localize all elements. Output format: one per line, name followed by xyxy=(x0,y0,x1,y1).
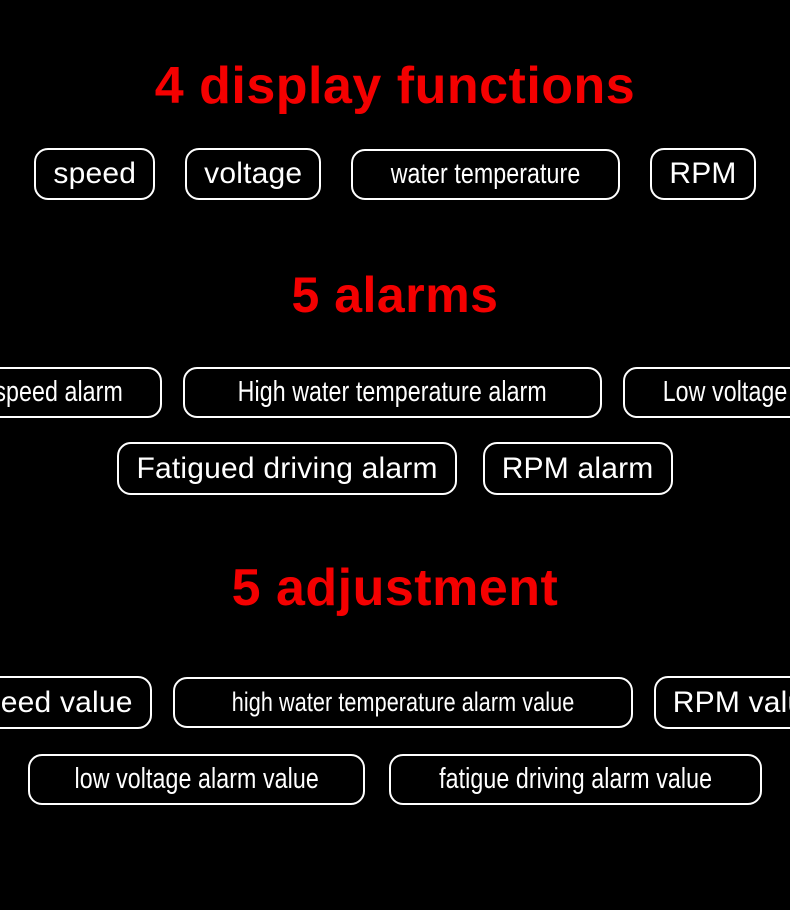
alarm-pill-label: High water temperature alarm xyxy=(237,376,548,408)
adjustment-pill-label: high water temperature alarm value xyxy=(231,687,574,717)
alarm-pill-label: Over speed alarm xyxy=(0,376,124,408)
adjustment-pill-fatigue-driving-alarm-value: fatigue driving alarm value xyxy=(389,754,763,805)
feature-poster: 4 display functions speed voltage water … xyxy=(0,0,790,910)
feature-pill-water-temperature: water temperature xyxy=(351,148,621,200)
alarms-row-2: Fatigued driving alarm RPM alarm xyxy=(0,442,790,495)
feature-pill-speed: speed xyxy=(34,148,156,200)
adjustment-pill-label: fatigue driving alarm value xyxy=(439,763,713,795)
display-functions-heading: 4 display functions xyxy=(154,57,636,115)
feature-pill-label: water temperature xyxy=(391,157,581,190)
alarm-pill-rpm: RPM alarm xyxy=(482,442,673,495)
alarm-pill-low-voltage: Low voltage alarm xyxy=(622,367,790,418)
adjustment-pill-high-water-temperature-alarm-value: high water temperature alarm value xyxy=(172,677,633,728)
feature-pill-voltage: voltage xyxy=(185,148,322,200)
alarm-pill-label: Fatigued driving alarm xyxy=(136,451,438,485)
alarm-pill-high-water-temperature: High water temperature alarm xyxy=(183,367,602,418)
alarm-pill-label: Low voltage alarm xyxy=(662,376,790,408)
feature-pill-label: speed xyxy=(53,157,137,190)
adjustment-pill-speed-value: speed value xyxy=(0,676,152,729)
feature-pill-label: voltage xyxy=(204,157,303,190)
adjustment-pill-label: speed value xyxy=(0,685,133,719)
alarm-pill-fatigued-driving: Fatigued driving alarm xyxy=(117,442,457,495)
display-functions-row: speed voltage water temperature RPM xyxy=(0,148,790,200)
alarms-row-1: Over speed alarm High water temperature … xyxy=(0,367,790,418)
alarms-heading: 5 alarms xyxy=(291,267,499,323)
feature-pill-label: RPM xyxy=(669,157,737,190)
adjustment-row-1: speed value high water temperature alarm… xyxy=(0,676,790,729)
adjustment-pill-low-voltage-alarm-value: low voltage alarm value xyxy=(27,754,366,805)
alarm-pill-over-speed: Over speed alarm xyxy=(0,367,163,418)
adjustment-pill-rpm-value: RPM value xyxy=(653,676,790,729)
adjustment-row-2: low voltage alarm value fatigue driving … xyxy=(0,754,790,805)
adjustment-pill-label: RPM value xyxy=(672,685,790,719)
feature-pill-rpm: RPM xyxy=(650,148,756,200)
alarm-pill-label: RPM alarm xyxy=(501,451,654,485)
adjustment-heading: 5 adjustment xyxy=(231,559,559,617)
adjustment-pill-label: low voltage alarm value xyxy=(74,763,319,795)
